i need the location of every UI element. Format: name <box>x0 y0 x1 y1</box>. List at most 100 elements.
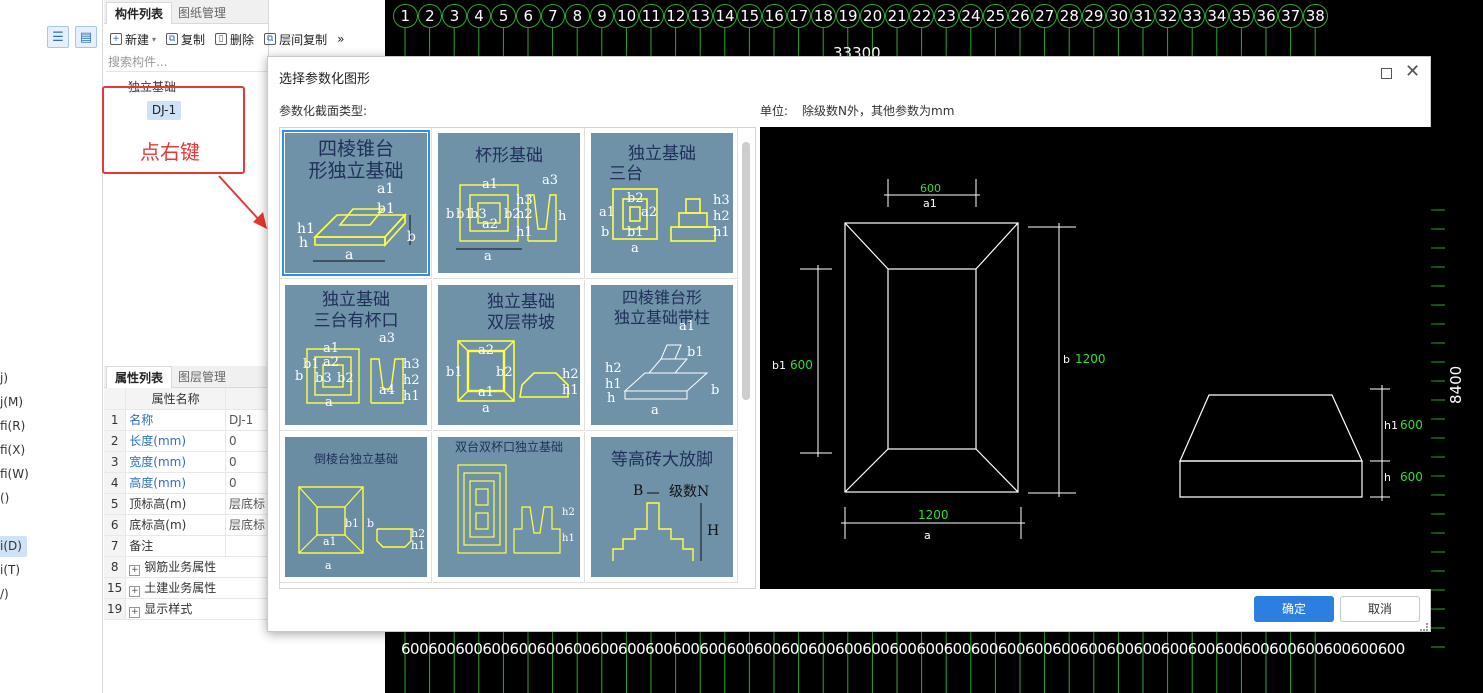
dim-label: a2 <box>323 355 340 370</box>
confirm-button[interactable]: 确定 <box>1254 596 1334 622</box>
table-row[interactable]: 2 长度(mm) 0 <box>104 430 270 452</box>
header-property-name: 属性名称 <box>125 388 226 410</box>
table-row[interactable]: 7 备注 <box>104 535 270 557</box>
row-number: 6 <box>104 514 127 536</box>
close-icon[interactable]: ✕ <box>1405 62 1420 82</box>
dim-label: h2 <box>713 209 730 224</box>
resize-grip-icon[interactable] <box>1420 623 1428 631</box>
property-name: 显示样式 <box>144 601 193 616</box>
property-value[interactable]: 0 <box>225 472 270 494</box>
shape-option[interactable]: 杯形基础 a1 a2 a3 b b1 b3 b2 h3 h2 h1 h a <box>433 128 585 279</box>
property-value[interactable]: 0 <box>225 430 270 452</box>
sidebar-item[interactable]: j(M) <box>0 392 30 413</box>
table-row[interactable]: 4 高度(mm) 0 <box>104 472 270 494</box>
copy-button[interactable]: ⧉ 复制 <box>166 31 205 48</box>
expand-icon[interactable]: + <box>129 564 141 576</box>
dim-label: a4 <box>379 383 396 398</box>
dim-label: H <box>707 523 720 539</box>
shape-option[interactable]: 等高砖大放脚 B 级数N H <box>586 432 738 583</box>
floor-copy-icon: ⧉ <box>264 33 277 45</box>
list-view-icon[interactable]: ☰ <box>47 26 69 48</box>
axis-number: 10 <box>614 4 639 28</box>
dim-label: h2 <box>562 507 575 518</box>
dim-label: a <box>484 249 492 264</box>
axis-number: 29 <box>1081 4 1107 28</box>
property-value[interactable]: 0 <box>225 451 270 473</box>
dim-label: a2 <box>641 205 658 220</box>
dim-label: b3 <box>315 371 332 386</box>
table-row[interactable]: 1 名称 DJ-1 <box>104 409 270 431</box>
sidebar-item[interactable]: i(T) <box>0 560 30 581</box>
side-dimension-text: 8400 <box>1447 365 1465 404</box>
sidebar-item-selected[interactable]: i(D) <box>0 536 27 557</box>
table-row-expandable[interactable]: 15 + 土建业务属性 <box>104 577 269 599</box>
axis-number-row: 1 2 3 4 5 6 7 8 9 10 11 12 13 14 15 16 17 18 19 20 21 22 23 24 2… <box>393 4 1328 28</box>
grid-scrollbar[interactable] <box>742 132 750 586</box>
component-search-input[interactable]: 搜索构件... <box>106 52 267 72</box>
shape-option[interactable]: 双台双杯口独立基础 h2 h1 <box>433 432 585 583</box>
axis-number: 17 <box>786 4 812 28</box>
dim-label: h1 <box>562 533 575 544</box>
more-button[interactable]: » <box>337 32 344 46</box>
shape-option-selected[interactable]: 四棱锥台 形独立基础 a1 b1 h1 h a b <box>280 128 432 279</box>
shape-option[interactable]: 倒棱台独立基础 b1 b a1 h2 h1 a <box>280 432 432 583</box>
dim-label: a1 <box>478 385 495 400</box>
detail-view-icon[interactable]: ▤ <box>75 26 97 48</box>
table-row[interactable]: 3 宽度(mm) 0 <box>104 451 270 473</box>
expand-icon[interactable]: + <box>129 606 141 618</box>
dim-label: b <box>711 383 720 398</box>
dim-label: h1 <box>562 383 579 398</box>
property-value[interactable]: DJ-1 <box>225 409 270 431</box>
dim-label: a3 <box>379 331 396 346</box>
sidebar-item[interactable]: fi(W) <box>0 464 30 485</box>
maximize-icon[interactable] <box>1381 68 1392 79</box>
parametric-shape-dialog: 选择参数化图形 ✕ 参数化截面类型: 单位: 除级数N外，其他参数为mm 四棱锥台… <box>267 56 1431 632</box>
sidebar-item[interactable]: j) <box>0 368 30 389</box>
dim-label: h2 <box>403 373 420 388</box>
unit-text: 除级数N外，其他参数为mm <box>802 104 955 118</box>
sidebar-item[interactable]: fi(X) <box>0 440 30 461</box>
dim-label: b <box>601 225 610 240</box>
shape-option[interactable]: 独立基础 三台有杯口 a1 a3 a2 b b1 b3 b2 h3 h2 h1 … <box>280 280 432 431</box>
axis-number: 18 <box>811 4 836 28</box>
property-value[interactable]: 层底标 <box>225 493 270 515</box>
table-row-expandable[interactable]: 8 + 钢筋业务属性 <box>104 556 269 578</box>
axis-number: 34 <box>1204 4 1230 28</box>
cancel-button[interactable]: 取消 <box>1340 596 1420 622</box>
section-type-label: 参数化截面类型: <box>279 104 368 118</box>
dim-value-b: 1200 <box>1075 352 1106 366</box>
property-name: 钢筋业务属性 <box>144 559 217 574</box>
axis-number: 33 <box>1180 4 1205 28</box>
shape-option[interactable]: 四棱锥台形 独立基础带柱 a1 b1 h2 h1 h b a <box>586 280 738 431</box>
row-number: 5 <box>104 493 127 515</box>
table-row-expandable[interactable]: 19 + 显示样式 <box>104 598 269 620</box>
axis-number: 19 <box>835 4 861 28</box>
shape-option[interactable]: 独立基础 三台 b2 a2 a1 b1 h3 h2 h1 a b <box>586 128 738 279</box>
table-row[interactable]: 5 顶标高(m) 层底标 <box>104 493 270 515</box>
scrollbar-thumb[interactable] <box>742 142 750 400</box>
shape-option[interactable]: 独立基础 双层带坡 a2 b1 b2 a1 h2 h1 a <box>433 280 585 431</box>
dim-label: a1 <box>323 535 337 548</box>
tab-drawing-management[interactable]: 图纸管理 <box>170 2 234 24</box>
property-name: 长度(mm) <box>125 430 226 452</box>
tab-layer-management[interactable]: 图层管理 <box>170 366 234 388</box>
shape-diagram <box>456 184 557 250</box>
sidebar-item[interactable]: /) <box>0 584 30 605</box>
new-button[interactable]: + 新建 ▾ <box>110 31 156 48</box>
sidebar-item[interactable]: () <box>0 488 30 509</box>
property-value[interactable]: 层底标 <box>225 514 270 536</box>
table-row[interactable]: 6 底标高(m) 层底标 <box>104 514 270 536</box>
property-value[interactable] <box>225 535 270 557</box>
tab-property-list[interactable]: 属性列表 <box>106 366 173 388</box>
dim-label: a3 <box>542 173 559 188</box>
property-name: 宽度(mm) <box>125 451 226 473</box>
tab-component-list[interactable]: 构件列表 <box>106 2 173 24</box>
dim-label: a <box>345 247 354 263</box>
sidebar-item[interactable]: fi(R) <box>0 416 30 437</box>
dim-value-a1: 600 <box>920 182 941 195</box>
floor-copy-button[interactable]: ⧉ 层间复制 <box>264 31 327 48</box>
axis-number: 8 <box>565 4 590 28</box>
axis-number: 37 <box>1278 4 1303 28</box>
expand-icon[interactable]: + <box>129 585 141 597</box>
delete-button[interactable]: ▯ 删除 <box>215 31 254 48</box>
